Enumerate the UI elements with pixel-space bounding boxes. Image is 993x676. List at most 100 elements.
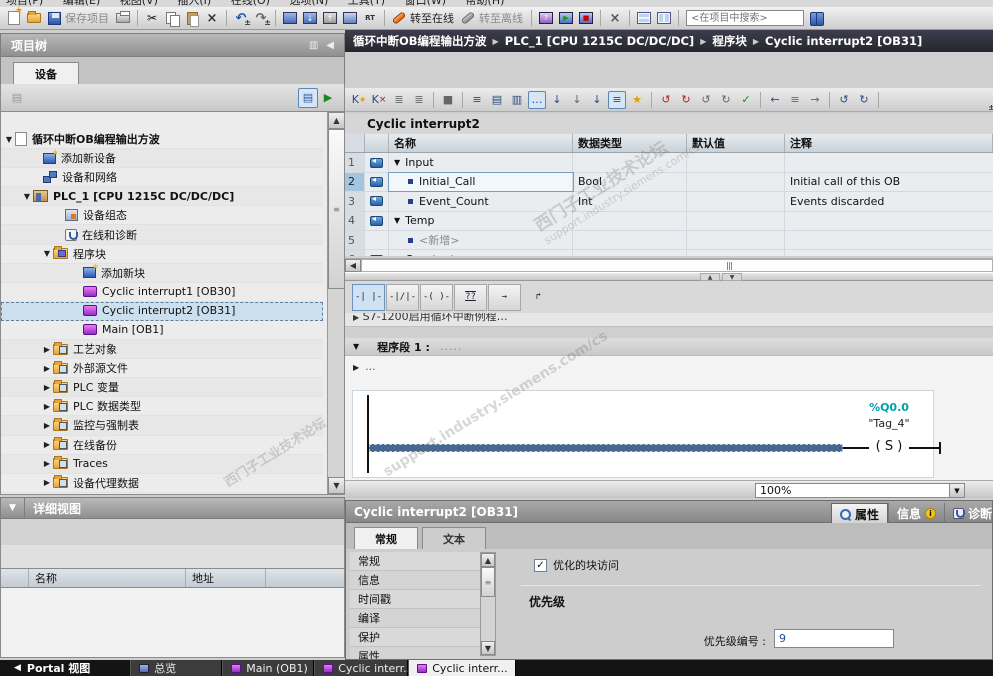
find-binoculars-icon[interactable]	[808, 9, 826, 27]
coil-icon[interactable]: -( )-	[420, 283, 453, 311]
tree-item-project[interactable]: ▼ 循环中断OB编程输出方波	[1, 130, 323, 150]
nav-attributes[interactable]: 属性	[350, 647, 480, 659]
table-row[interactable]: 5 <新增>	[345, 230, 993, 251]
close-branch-icon[interactable]: ↱	[522, 284, 555, 311]
compile-icon[interactable]	[281, 9, 299, 27]
chevron-down-icon[interactable]: ▼	[1, 498, 25, 518]
breadcrumb-block[interactable]: Cyclic interrupt2 [OB31]	[765, 34, 922, 48]
menu-online[interactable]: 在线(O)	[231, 0, 270, 7]
interface-top-icon[interactable]: ▤	[488, 91, 506, 109]
update-calls-icon[interactable]: ↻	[717, 91, 735, 109]
nav-protection[interactable]: 保护	[350, 628, 480, 647]
update-inconsistent-icon[interactable]: ↺	[697, 91, 715, 109]
empty-box-icon[interactable]: ??	[454, 283, 487, 311]
nc-contact-icon[interactable]: -|/|-	[386, 283, 419, 311]
taskbar-tab-cyclic2[interactable]: Cyclic interr...	[408, 660, 517, 676]
print-icon[interactable]	[114, 9, 132, 27]
online-diagnostics-icon[interactable]: ?	[537, 9, 555, 27]
check-consistency-icon[interactable]: ✓	[737, 91, 755, 109]
menu-edit[interactable]: 编辑(E)	[63, 0, 101, 7]
table-row[interactable]: 6 ▼Constant	[345, 250, 993, 256]
network-title-placeholder[interactable]: .....	[440, 340, 462, 353]
tree-item-plc1[interactable]: ▼ PLC_1 [CPU 1215C DC/DC/DC]	[1, 187, 323, 207]
undo-icon[interactable]: ↶ ±	[232, 9, 251, 28]
selected-wire[interactable]	[369, 444, 843, 452]
tree-item-tech-objects[interactable]: ▶ 工艺对象	[1, 340, 323, 360]
keep-actual-values-icon[interactable]: ■	[439, 91, 457, 109]
go-to-first-error-icon[interactable]: ↺	[657, 91, 675, 109]
col-comment[interactable]: 注释	[785, 134, 993, 153]
table-row[interactable]: 2 Initial_Call Bool Initial call of this…	[345, 171, 993, 193]
go-online-icon[interactable]	[390, 9, 408, 27]
block-comment-row[interactable]: ▶ S7-1200启用循环中断例程…	[345, 313, 993, 327]
tree-item-cyclic-interrupt1[interactable]: Cyclic interrupt1 [OB30]	[1, 282, 323, 302]
scroll-up-icon[interactable]: ▲	[328, 112, 344, 129]
table-row[interactable]: 1 ▼Input	[345, 153, 993, 173]
go-offline-icon[interactable]	[459, 9, 477, 27]
go-offline-button[interactable]: 转至离线	[479, 10, 523, 26]
cross-reference-icon[interactable]: ×	[606, 9, 624, 27]
new-project-icon[interactable]: ★	[5, 6, 23, 27]
optimized-access-checkbox[interactable]	[534, 558, 547, 572]
menu-help[interactable]: 帮助(H)	[466, 0, 505, 7]
tree-item-device-config[interactable]: 设备组态	[1, 206, 323, 226]
cut-icon[interactable]: ✂	[143, 9, 161, 27]
tab-properties[interactable]: 属性	[830, 503, 888, 524]
insert-network-icon[interactable]: K ★	[350, 91, 368, 109]
no-contact-icon[interactable]: -| |-	[352, 283, 385, 311]
start-simulation-icon[interactable]: ▶	[557, 9, 575, 27]
taskbar-tab-main[interactable]: Main (OB1)	[222, 660, 315, 676]
scroll-left-icon[interactable]: ◀	[345, 259, 361, 272]
nav-general[interactable]: 常规	[350, 552, 480, 571]
monitor-forward-icon[interactable]: ↻	[855, 91, 873, 109]
add-row-icon[interactable]: ≣	[410, 91, 428, 109]
menu-project[interactable]: 项目(P)	[6, 0, 43, 7]
scroll-thumb[interactable]: ≡	[481, 567, 495, 597]
save-project-button[interactable]: 保存项目	[65, 10, 109, 26]
menu-tools[interactable]: 工具(T)	[348, 0, 385, 7]
tree-scrollbar[interactable]: ▲ ≡ ▼	[327, 112, 344, 494]
breadcrumb-project[interactable]: 循环中断OB编程输出方波	[353, 33, 487, 49]
details-view-icon[interactable]: ▤	[298, 87, 318, 108]
menu-view[interactable]: 视图(V)	[120, 0, 158, 7]
split-vertical-icon[interactable]	[655, 9, 673, 27]
breadcrumb-plc[interactable]: PLC_1 [CPU 1215C DC/DC/DC]	[505, 34, 694, 48]
tree-item-main-ob1[interactable]: Main [OB1]	[1, 320, 323, 341]
monitor-backward-icon[interactable]: ↺	[835, 91, 853, 109]
zoom-dropdown-icon[interactable]: ▼	[949, 484, 964, 497]
go-online-button[interactable]: 转至在线	[410, 10, 454, 26]
tree-item-add-block[interactable]: 添加新块	[1, 262, 323, 283]
col-name[interactable]: 名称	[389, 134, 573, 153]
network-header[interactable]: ▼ 程序段 1 : .....	[345, 338, 993, 356]
breadcrumb-blocks-folder[interactable]: 程序块	[712, 33, 747, 49]
go-to-next-error-icon[interactable]: ↻	[677, 91, 695, 109]
scroll-down-icon[interactable]: ▼	[481, 641, 495, 655]
tree-item-program-blocks[interactable]: ▼ 程序块	[1, 244, 323, 264]
copy-snapshot-icon[interactable]: ↓±	[588, 91, 993, 111]
tab-info[interactable]: 信息 i	[887, 503, 944, 524]
table-row[interactable]: 4 ▼Temp	[345, 211, 993, 231]
tree-item-watch-tables[interactable]: ▶ 监控与强制表	[1, 416, 323, 436]
coil-address[interactable]: %Q0.0	[845, 401, 933, 414]
open-branch-icon[interactable]: →	[488, 283, 521, 311]
search-input[interactable]	[686, 10, 804, 26]
open-editor-icon[interactable]: ▶	[318, 88, 338, 108]
menu-insert[interactable]: 插入(I)	[177, 0, 211, 7]
split-horizontal-icon[interactable]	[635, 9, 653, 27]
table-row[interactable]: 3 Event_Count Int Events discarded	[345, 192, 993, 212]
snapshot-icon[interactable]: ↓±	[568, 91, 993, 111]
priority-number-input[interactable]	[774, 629, 894, 648]
stop-simulation-icon[interactable]: ■	[577, 9, 595, 27]
network-comments-icon[interactable]: …	[528, 90, 546, 109]
network-expander-icon[interactable]: ▼	[353, 342, 359, 351]
load-defaults-icon[interactable]: ↓±	[548, 91, 993, 111]
columns-icon[interactable]: ▥	[309, 40, 318, 51]
menu-options[interactable]: 选项(N)	[289, 0, 328, 7]
subtab-texts[interactable]: 文本	[422, 527, 486, 549]
start-runtime-icon[interactable]: RT	[361, 9, 379, 27]
sort-icon[interactable]: ▤	[7, 88, 27, 108]
tree-item-online-backups[interactable]: ▶ 在线备份	[1, 435, 323, 455]
expanded-mode-icon[interactable]: ≡	[608, 90, 626, 109]
scroll-thumb[interactable]: ≡	[328, 129, 344, 289]
scroll-grip[interactable]	[714, 261, 744, 270]
